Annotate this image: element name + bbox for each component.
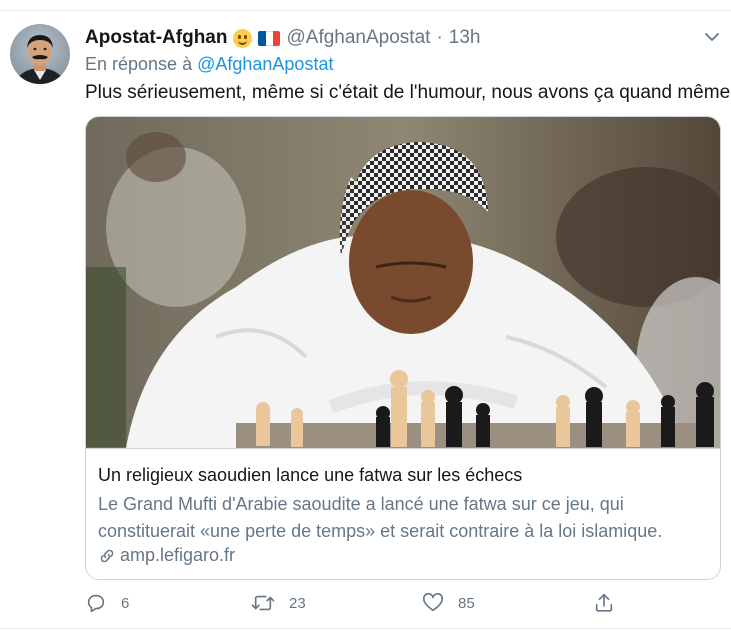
reply-to-link[interactable]: @AfghanApostat xyxy=(197,54,333,74)
separator-dot: · xyxy=(436,27,443,48)
chess-player-photo[interactable] xyxy=(86,117,720,448)
slightly-smiling-face-icon xyxy=(233,28,253,48)
card-title: Un religieux saoudien lance une fatwa su… xyxy=(98,465,523,485)
card-description: Le Grand Mufti d'Arabie saoudite a lancé… xyxy=(98,494,663,541)
reply-count: 6 xyxy=(121,594,130,612)
more-options-chevron-down-icon[interactable] xyxy=(703,28,721,46)
card-domain: amp.lefigaro.fr xyxy=(98,545,235,566)
france-flag-icon xyxy=(258,30,281,46)
avatar[interactable] xyxy=(10,24,70,84)
link-icon xyxy=(100,549,114,562)
share-button[interactable] xyxy=(593,592,615,614)
display-name[interactable]: Apostat-Afghan xyxy=(85,27,227,49)
retweet-button[interactable]: 23 xyxy=(251,592,306,614)
card-image-divider xyxy=(86,448,720,449)
reply-context: En réponse à @AfghanApostat xyxy=(85,54,333,75)
heart-icon xyxy=(422,592,444,612)
card-domain-text: amp.lefigaro.fr xyxy=(120,545,236,565)
retweet-count: 23 xyxy=(289,594,306,612)
tweet-top-border xyxy=(0,10,731,11)
like-count: 85 xyxy=(458,594,475,612)
reply-button[interactable]: 6 xyxy=(85,592,129,614)
tweet-header: Apostat-Afghan @AfghanApostat · 13h xyxy=(85,26,480,50)
user-handle[interactable]: @AfghanApostat xyxy=(286,27,430,49)
tweet-text: Plus sérieusement, même si c'était de l'… xyxy=(85,82,731,103)
tweet-actions: 6 23 85 xyxy=(85,592,725,620)
share-icon xyxy=(595,593,613,612)
reply-prefix: En réponse à xyxy=(85,54,193,74)
tweet-bottom-border xyxy=(0,628,731,629)
timestamp[interactable]: 13h xyxy=(449,27,481,49)
retweet-icon xyxy=(251,595,275,611)
reply-icon xyxy=(87,594,105,613)
like-button[interactable]: 85 xyxy=(422,592,475,614)
link-card[interactable]: Un religieux saoudien lance une fatwa su… xyxy=(85,116,721,580)
